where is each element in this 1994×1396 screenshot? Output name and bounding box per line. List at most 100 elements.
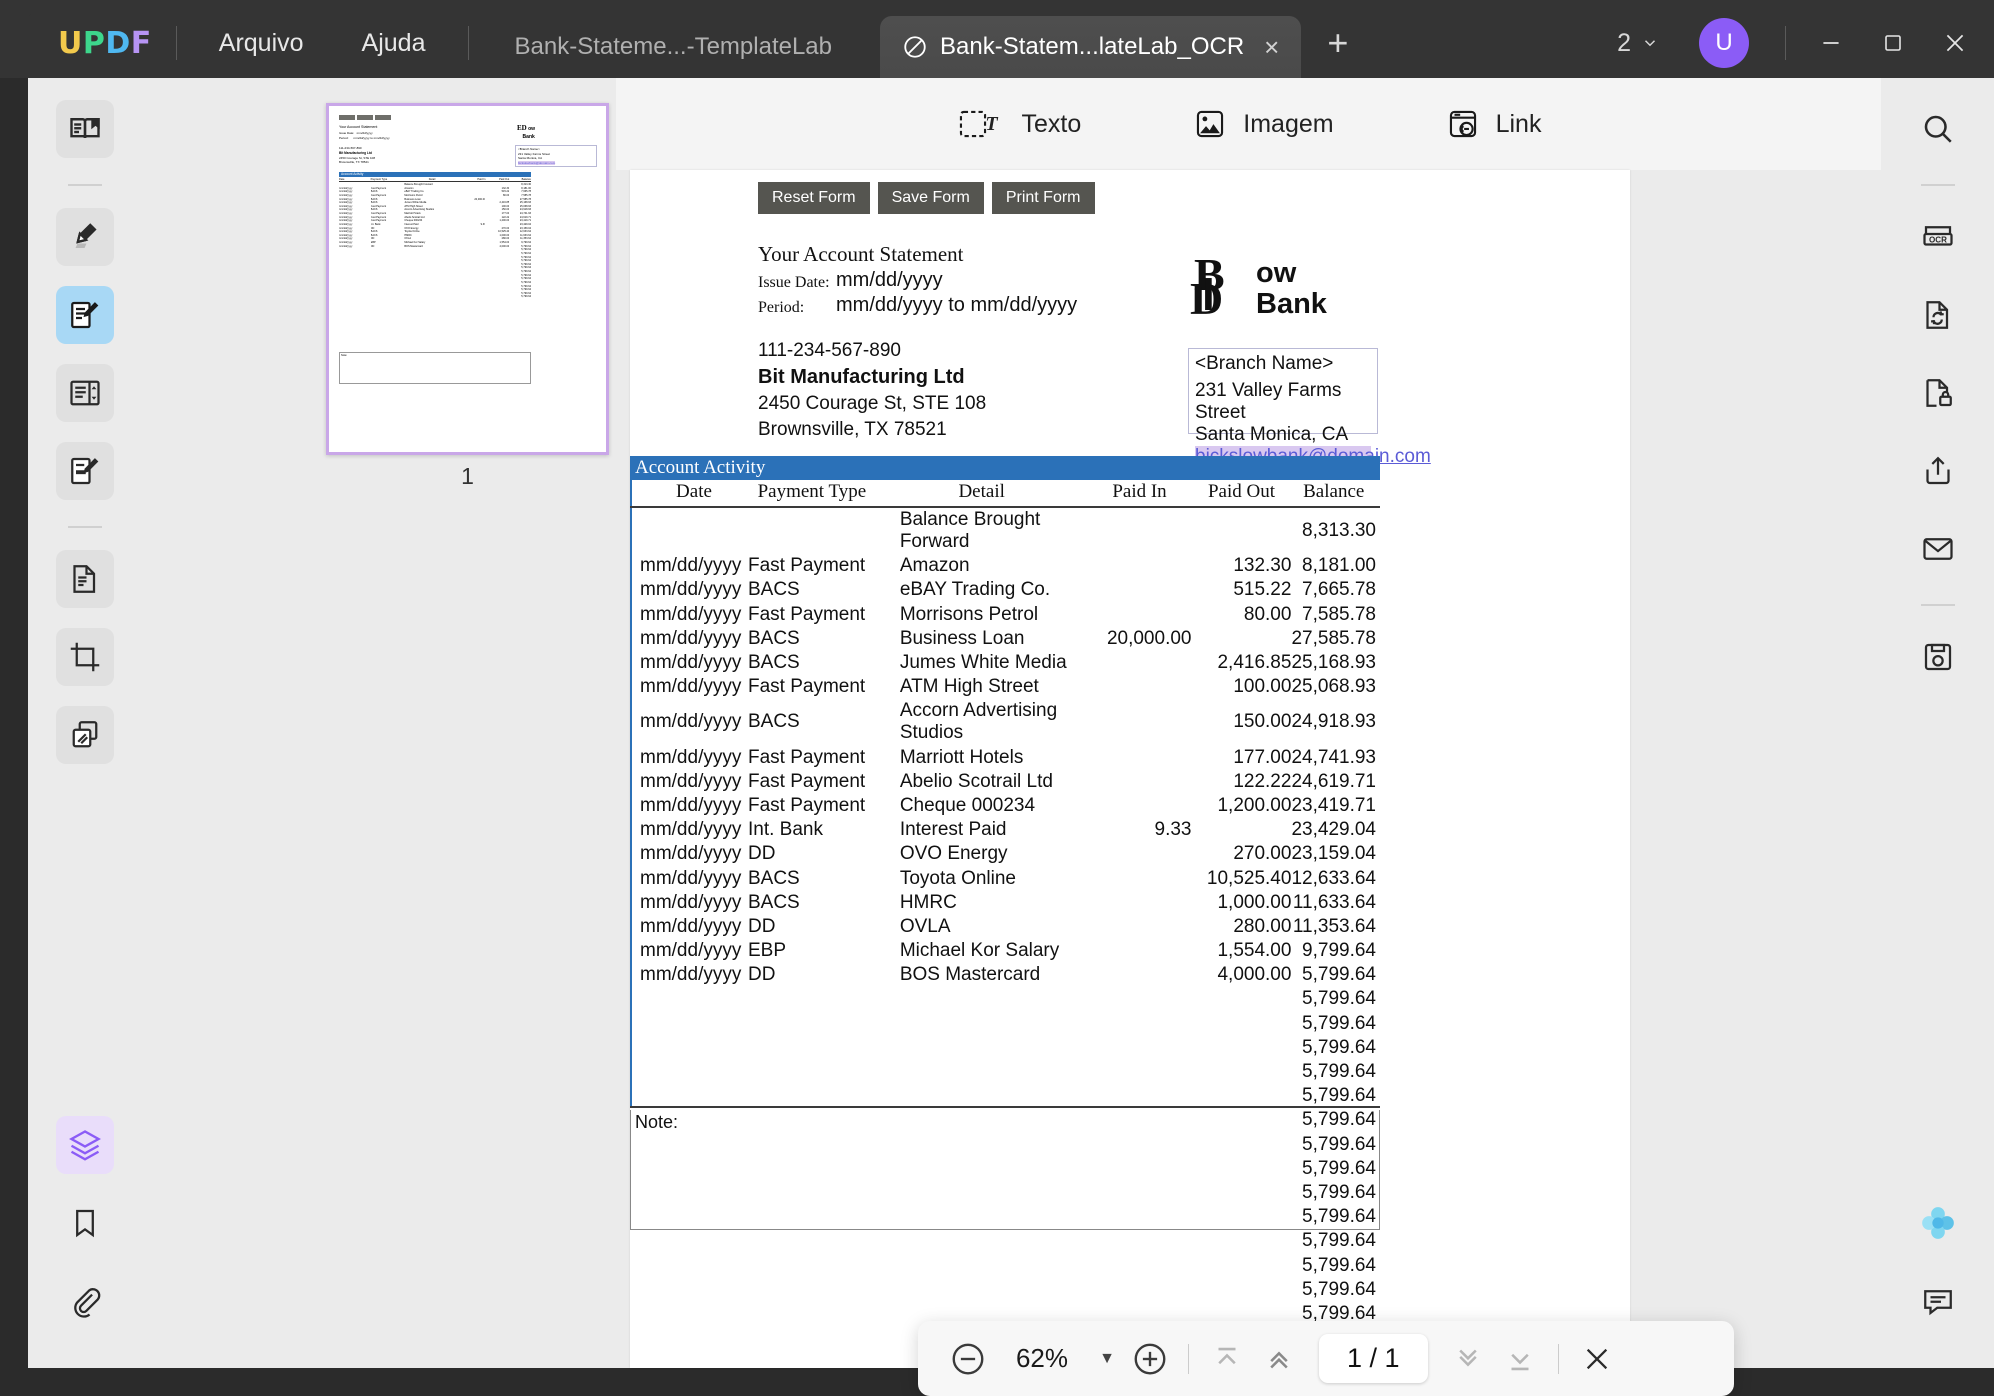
cell-payment-type: Int. Bank: [747, 819, 823, 841]
page-indicator[interactable]: 1 / 1: [1319, 1334, 1428, 1383]
period-field[interactable]: mm/dd/yyyy to mm/dd/yyyy: [836, 294, 1077, 317]
cell-detail: ATM High Street: [899, 676, 1039, 698]
table-row[interactable]: 5,799.64: [630, 1278, 1380, 1302]
table-row[interactable]: mm/dd/yyyy Fast Payment Marriott Hotels 177…: [630, 746, 1380, 770]
maximize-button[interactable]: [1862, 8, 1924, 78]
note-label: Note:: [635, 1112, 679, 1132]
ocr-icon[interactable]: OCR: [1909, 208, 1967, 266]
cell-date: [630, 1060, 748, 1084]
window-count-selector[interactable]: 2: [1599, 29, 1677, 58]
table-row[interactable]: mm/dd/yyyy BACS HMRC 1,000.00 11,633.64: [630, 891, 1380, 915]
table-row[interactable]: 5,799.64: [630, 987, 1380, 1011]
table-row[interactable]: mm/dd/yyyy DD OVLA 280.00 11,353.64: [630, 915, 1380, 939]
sidebar-item-layers[interactable]: [55, 1116, 114, 1174]
sidebar-item-annotate[interactable]: [55, 208, 114, 266]
sidebar-item-page-edit[interactable]: [55, 550, 114, 608]
menu-ajuda[interactable]: Ajuda: [344, 23, 444, 64]
avatar[interactable]: U: [1699, 18, 1749, 68]
table-row[interactable]: mm/dd/yyyy Fast Payment Abelio Scotrail Lt…: [630, 770, 1380, 794]
table-row[interactable]: mm/dd/yyyy Int. Bank Interest Paid 9.33 23,4…: [630, 818, 1380, 842]
account-address-line-1[interactable]: 2450 Courage St, STE 108: [758, 393, 986, 415]
save-icon[interactable]: [1909, 628, 1967, 686]
zoom-level-value[interactable]: 62%: [994, 1343, 1090, 1374]
table-row[interactable]: mm/dd/yyyy DD BOS Mastercard 4,000.00 5,799.…: [630, 963, 1380, 987]
branch-address-line-2[interactable]: Santa Monica, CA: [1195, 424, 1371, 446]
cell-date: mm/dd/yyyy: [640, 819, 742, 841]
first-page-button[interactable]: [1201, 1333, 1253, 1385]
print-form-button[interactable]: Print Form: [991, 182, 1095, 214]
table-row[interactable]: 5,799.64: [630, 1012, 1380, 1036]
previous-page-button[interactable]: [1253, 1333, 1305, 1385]
cell-date: mm/dd/yyyy: [640, 915, 742, 937]
sidebar-item-edit-pdf[interactable]: [55, 286, 114, 344]
email-icon[interactable]: [1909, 520, 1967, 578]
table-row[interactable]: 5,799.64: [630, 1060, 1380, 1084]
svg-text:OCR: OCR: [1929, 235, 1947, 244]
cell-paid-in: [1088, 554, 1192, 578]
table-row[interactable]: 5,799.64: [630, 1084, 1380, 1108]
table-row[interactable]: mm/dd/yyyy Fast Payment Amazon 132.30 8,181.…: [630, 554, 1380, 578]
tab-bank-statement-templatelab[interactable]: Bank-Stateme...-TemplateLab: [493, 16, 855, 78]
edit-image-button[interactable]: Imagem: [1193, 107, 1334, 141]
next-page-button[interactable]: [1442, 1333, 1494, 1385]
table-row[interactable]: mm/dd/yyyy BACS Jumes White Media 2,416.85 2…: [630, 651, 1380, 675]
last-page-button[interactable]: [1494, 1333, 1546, 1385]
new-tab-button[interactable]: +: [1301, 22, 1374, 64]
table-row[interactable]: mm/dd/yyyy BACS Business Loan 20,000.00 27,5…: [630, 627, 1380, 651]
table-row[interactable]: 5,799.64: [630, 1253, 1380, 1277]
table-row[interactable]: mm/dd/yyyy BACS Accorn Advertising Studios…: [630, 699, 1380, 745]
table-row[interactable]: mm/dd/yyyy BACS Toyota Online 10,525.40 12,6…: [630, 866, 1380, 890]
tab-bank-statement-templatelab-ocr[interactable]: Bank-Statem...lateLab_OCR ×: [880, 16, 1302, 78]
save-form-button[interactable]: Save Form: [877, 182, 984, 214]
cell-date: [630, 1036, 748, 1060]
table-row[interactable]: mm/dd/yyyy EBP Michael Kor Salary 1,554.00 9…: [630, 939, 1380, 963]
account-address-line-2[interactable]: Brownsville, TX 78521: [758, 419, 947, 441]
sidebar-item-reader[interactable]: [55, 100, 114, 158]
account-number[interactable]: 111-234-567-890: [758, 340, 901, 362]
account-company[interactable]: Bit Manufacturing Ltd: [758, 366, 965, 389]
cell-balance: 27,585.78: [1291, 627, 1376, 649]
pdf-page-viewport[interactable]: Reset Form Save Form Print Form Your Acc…: [630, 170, 1630, 1368]
logo-letter-p: P: [82, 25, 106, 61]
cell-payment-type: Fast Payment: [747, 770, 866, 792]
table-row[interactable]: 5,799.64: [630, 1229, 1380, 1253]
table-row[interactable]: mm/dd/yyyy Fast Payment ATM High Street 100…: [630, 675, 1380, 699]
sidebar-item-crop[interactable]: [55, 628, 114, 686]
cell-payment-type: DD: [747, 915, 776, 937]
table-row[interactable]: mm/dd/yyyy BACS eBAY Trading Co. 515.22 7,66…: [630, 578, 1380, 602]
table-row[interactable]: Balance Brought Forward 8,313.30: [630, 507, 1380, 554]
issue-date-field[interactable]: mm/dd/yyyy: [836, 269, 943, 292]
edit-text-button[interactable]: T Texto: [956, 107, 1081, 141]
close-window-button[interactable]: [1924, 8, 1986, 78]
protect-icon[interactable]: [1909, 364, 1967, 422]
share-icon[interactable]: [1909, 442, 1967, 500]
close-icon[interactable]: ×: [1264, 32, 1279, 63]
table-bottom-border: [630, 1106, 1380, 1108]
table-row[interactable]: 5,799.64: [630, 1036, 1380, 1060]
sidebar-item-attachment[interactable]: [56, 1272, 114, 1330]
close-zoom-toolbar-button[interactable]: [1571, 1333, 1623, 1385]
minimize-button[interactable]: [1800, 8, 1862, 78]
ai-assistant-icon[interactable]: [1909, 1194, 1967, 1252]
table-row[interactable]: mm/dd/yyyy Fast Payment Cheque 000234 1,200…: [630, 794, 1380, 818]
sidebar-item-bookmark[interactable]: [56, 1194, 114, 1252]
zoom-in-button[interactable]: [1124, 1333, 1176, 1385]
edit-link-button[interactable]: Link: [1446, 107, 1541, 141]
search-icon[interactable]: [1909, 100, 1967, 158]
page-thumbnail-1[interactable]: Your Account Statement Issue Date: mm/dd…: [326, 103, 609, 455]
zoom-out-button[interactable]: [942, 1333, 994, 1385]
branch-address-line-1[interactable]: 231 Valley Farms Street: [1195, 380, 1371, 424]
menu-arquivo[interactable]: Arquivo: [201, 23, 322, 64]
branch-name-field[interactable]: <Branch Name>: [1195, 353, 1371, 375]
sidebar-item-compare[interactable]: [55, 706, 114, 764]
sidebar-item-organize-pages[interactable]: [55, 364, 114, 422]
note-box[interactable]: Note:: [630, 1110, 1380, 1230]
sidebar-item-fill-and-sign[interactable]: [55, 442, 114, 500]
comment-icon[interactable]: [1909, 1272, 1967, 1330]
table-row[interactable]: mm/dd/yyyy DD OVO Energy 270.00 23,159.04: [630, 842, 1380, 866]
reset-form-button[interactable]: Reset Form: [758, 182, 870, 214]
table-row[interactable]: mm/dd/yyyy Fast Payment Morrisons Petrol 80…: [630, 603, 1380, 627]
ai-flower-icon: [1921, 1207, 1954, 1239]
convert-icon[interactable]: [1909, 286, 1967, 344]
zoom-dropdown-caret[interactable]: ▼: [1090, 1350, 1124, 1368]
